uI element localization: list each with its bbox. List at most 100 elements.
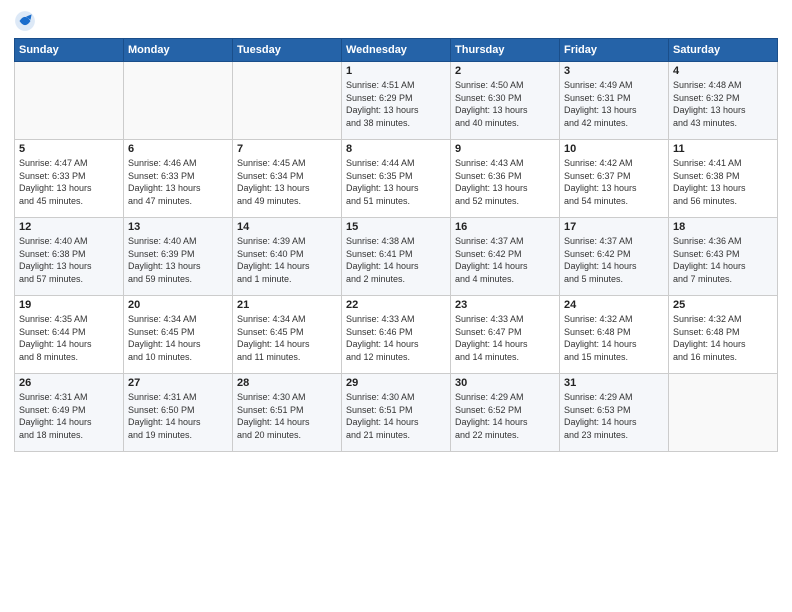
day-info: Sunrise: 4:43 AMSunset: 6:36 PMDaylight:… bbox=[455, 157, 555, 207]
day-number: 26 bbox=[19, 377, 119, 389]
day-info: Sunrise: 4:29 AMSunset: 6:52 PMDaylight:… bbox=[455, 391, 555, 441]
header bbox=[14, 10, 778, 32]
day-info: Sunrise: 4:34 AMSunset: 6:45 PMDaylight:… bbox=[237, 313, 337, 363]
day-number: 1 bbox=[346, 65, 446, 77]
day-number: 5 bbox=[19, 143, 119, 155]
day-number: 2 bbox=[455, 65, 555, 77]
day-number: 3 bbox=[564, 65, 664, 77]
day-number: 14 bbox=[237, 221, 337, 233]
day-info: Sunrise: 4:31 AMSunset: 6:49 PMDaylight:… bbox=[19, 391, 119, 441]
day-info: Sunrise: 4:50 AMSunset: 6:30 PMDaylight:… bbox=[455, 79, 555, 129]
calendar-cell: 5 Sunrise: 4:47 AMSunset: 6:33 PMDaylight… bbox=[15, 140, 124, 218]
day-info: Sunrise: 4:38 AMSunset: 6:41 PMDaylight:… bbox=[346, 235, 446, 285]
calendar-cell: 20 Sunrise: 4:34 AMSunset: 6:45 PMDayligh… bbox=[124, 296, 233, 374]
day-info: Sunrise: 4:40 AMSunset: 6:38 PMDaylight:… bbox=[19, 235, 119, 285]
calendar-week-4: 19 Sunrise: 4:35 AMSunset: 6:44 PMDayligh… bbox=[15, 296, 778, 374]
day-info: Sunrise: 4:32 AMSunset: 6:48 PMDaylight:… bbox=[564, 313, 664, 363]
calendar-cell: 29 Sunrise: 4:30 AMSunset: 6:51 PMDayligh… bbox=[342, 374, 451, 452]
logo-icon bbox=[14, 10, 36, 32]
day-number: 9 bbox=[455, 143, 555, 155]
calendar-cell: 6Sunrise: 4:46 AMSunset: 6:33 PMDaylight… bbox=[124, 140, 233, 218]
day-number: 28 bbox=[237, 377, 337, 389]
calendar-cell bbox=[15, 62, 124, 140]
day-number: 7 bbox=[237, 143, 337, 155]
calendar-cell: 22Sunrise: 4:33 AMSunset: 6:46 PMDayligh… bbox=[342, 296, 451, 374]
calendar-cell: 13Sunrise: 4:40 AMSunset: 6:39 PMDayligh… bbox=[124, 218, 233, 296]
day-number: 15 bbox=[346, 221, 446, 233]
weekday-header-tuesday: Tuesday bbox=[233, 39, 342, 62]
day-number: 12 bbox=[19, 221, 119, 233]
calendar-cell: 15 Sunrise: 4:38 AMSunset: 6:41 PMDayligh… bbox=[342, 218, 451, 296]
calendar-cell: 8 Sunrise: 4:44 AMSunset: 6:35 PMDaylight… bbox=[342, 140, 451, 218]
day-info: Sunrise: 4:51 AMSunset: 6:29 PMDaylight:… bbox=[346, 79, 446, 129]
calendar-cell: 30 Sunrise: 4:29 AMSunset: 6:52 PMDayligh… bbox=[451, 374, 560, 452]
calendar-cell: 9 Sunrise: 4:43 AMSunset: 6:36 PMDaylight… bbox=[451, 140, 560, 218]
day-number: 4 bbox=[673, 65, 773, 77]
calendar-cell: 27 Sunrise: 4:31 AMSunset: 6:50 PMDayligh… bbox=[124, 374, 233, 452]
day-info: Sunrise: 4:44 AMSunset: 6:35 PMDaylight:… bbox=[346, 157, 446, 207]
day-number: 30 bbox=[455, 377, 555, 389]
day-number: 18 bbox=[673, 221, 773, 233]
calendar-cell: 26 Sunrise: 4:31 AMSunset: 6:49 PMDayligh… bbox=[15, 374, 124, 452]
calendar-cell bbox=[669, 374, 778, 452]
day-number: 29 bbox=[346, 377, 446, 389]
day-number: 8 bbox=[346, 143, 446, 155]
day-number: 19 bbox=[19, 299, 119, 311]
calendar-cell: 11 Sunrise: 4:41 AMSunset: 6:38 PMDayligh… bbox=[669, 140, 778, 218]
day-info: Sunrise: 4:29 AMSunset: 6:53 PMDaylight:… bbox=[564, 391, 664, 441]
weekday-header-monday: Monday bbox=[124, 39, 233, 62]
day-number: 31 bbox=[564, 377, 664, 389]
calendar-body: 1 Sunrise: 4:51 AMSunset: 6:29 PMDaylight… bbox=[15, 62, 778, 452]
day-number: 10 bbox=[564, 143, 664, 155]
day-info: Sunrise: 4:49 AMSunset: 6:31 PMDaylight:… bbox=[564, 79, 664, 129]
calendar-cell: 31 Sunrise: 4:29 AMSunset: 6:53 PMDayligh… bbox=[560, 374, 669, 452]
page-container: SundayMondayTuesdayWednesdayThursdayFrid… bbox=[0, 0, 792, 462]
calendar-week-5: 26 Sunrise: 4:31 AMSunset: 6:49 PMDayligh… bbox=[15, 374, 778, 452]
day-info: Sunrise: 4:36 AMSunset: 6:43 PMDaylight:… bbox=[673, 235, 773, 285]
day-info: Sunrise: 4:32 AMSunset: 6:48 PMDaylight:… bbox=[673, 313, 773, 363]
calendar-week-3: 12 Sunrise: 4:40 AMSunset: 6:38 PMDayligh… bbox=[15, 218, 778, 296]
day-number: 27 bbox=[128, 377, 228, 389]
day-number: 22 bbox=[346, 299, 446, 311]
day-info: Sunrise: 4:31 AMSunset: 6:50 PMDaylight:… bbox=[128, 391, 228, 441]
day-info: Sunrise: 4:33 AMSunset: 6:47 PMDaylight:… bbox=[455, 313, 555, 363]
calendar-cell: 17Sunrise: 4:37 AMSunset: 6:42 PMDayligh… bbox=[560, 218, 669, 296]
weekday-header-saturday: Saturday bbox=[669, 39, 778, 62]
calendar-cell: 18 Sunrise: 4:36 AMSunset: 6:43 PMDayligh… bbox=[669, 218, 778, 296]
calendar-cell: 25 Sunrise: 4:32 AMSunset: 6:48 PMDayligh… bbox=[669, 296, 778, 374]
day-number: 23 bbox=[455, 299, 555, 311]
day-number: 25 bbox=[673, 299, 773, 311]
day-info: Sunrise: 4:45 AMSunset: 6:34 PMDaylight:… bbox=[237, 157, 337, 207]
day-info: Sunrise: 4:42 AMSunset: 6:37 PMDaylight:… bbox=[564, 157, 664, 207]
day-info: Sunrise: 4:47 AMSunset: 6:33 PMDaylight:… bbox=[19, 157, 119, 207]
day-info: Sunrise: 4:35 AMSunset: 6:44 PMDaylight:… bbox=[19, 313, 119, 363]
calendar-week-1: 1 Sunrise: 4:51 AMSunset: 6:29 PMDaylight… bbox=[15, 62, 778, 140]
weekday-header-friday: Friday bbox=[560, 39, 669, 62]
calendar-cell: 28Sunrise: 4:30 AMSunset: 6:51 PMDayligh… bbox=[233, 374, 342, 452]
day-info: Sunrise: 4:30 AMSunset: 6:51 PMDaylight:… bbox=[346, 391, 446, 441]
calendar-cell: 23 Sunrise: 4:33 AMSunset: 6:47 PMDayligh… bbox=[451, 296, 560, 374]
day-info: Sunrise: 4:41 AMSunset: 6:38 PMDaylight:… bbox=[673, 157, 773, 207]
weekday-row: SundayMondayTuesdayWednesdayThursdayFrid… bbox=[15, 39, 778, 62]
day-number: 20 bbox=[128, 299, 228, 311]
day-number: 13 bbox=[128, 221, 228, 233]
day-info: Sunrise: 4:48 AMSunset: 6:32 PMDaylight:… bbox=[673, 79, 773, 129]
calendar-cell: 19 Sunrise: 4:35 AMSunset: 6:44 PMDayligh… bbox=[15, 296, 124, 374]
calendar-cell bbox=[124, 62, 233, 140]
calendar-cell: 3 Sunrise: 4:49 AMSunset: 6:31 PMDaylight… bbox=[560, 62, 669, 140]
calendar-header: SundayMondayTuesdayWednesdayThursdayFrid… bbox=[15, 39, 778, 62]
day-number: 11 bbox=[673, 143, 773, 155]
day-number: 16 bbox=[455, 221, 555, 233]
calendar-cell: 12 Sunrise: 4:40 AMSunset: 6:38 PMDayligh… bbox=[15, 218, 124, 296]
day-number: 17 bbox=[564, 221, 664, 233]
weekday-header-wednesday: Wednesday bbox=[342, 39, 451, 62]
calendar-week-2: 5 Sunrise: 4:47 AMSunset: 6:33 PMDaylight… bbox=[15, 140, 778, 218]
weekday-header-sunday: Sunday bbox=[15, 39, 124, 62]
calendar-cell: 7 Sunrise: 4:45 AMSunset: 6:34 PMDaylight… bbox=[233, 140, 342, 218]
day-info: Sunrise: 4:34 AMSunset: 6:45 PMDaylight:… bbox=[128, 313, 228, 363]
calendar-cell: 4 Sunrise: 4:48 AMSunset: 6:32 PMDaylight… bbox=[669, 62, 778, 140]
calendar-cell: 21Sunrise: 4:34 AMSunset: 6:45 PMDayligh… bbox=[233, 296, 342, 374]
day-number: 24 bbox=[564, 299, 664, 311]
calendar-cell: 1 Sunrise: 4:51 AMSunset: 6:29 PMDaylight… bbox=[342, 62, 451, 140]
calendar-cell bbox=[233, 62, 342, 140]
